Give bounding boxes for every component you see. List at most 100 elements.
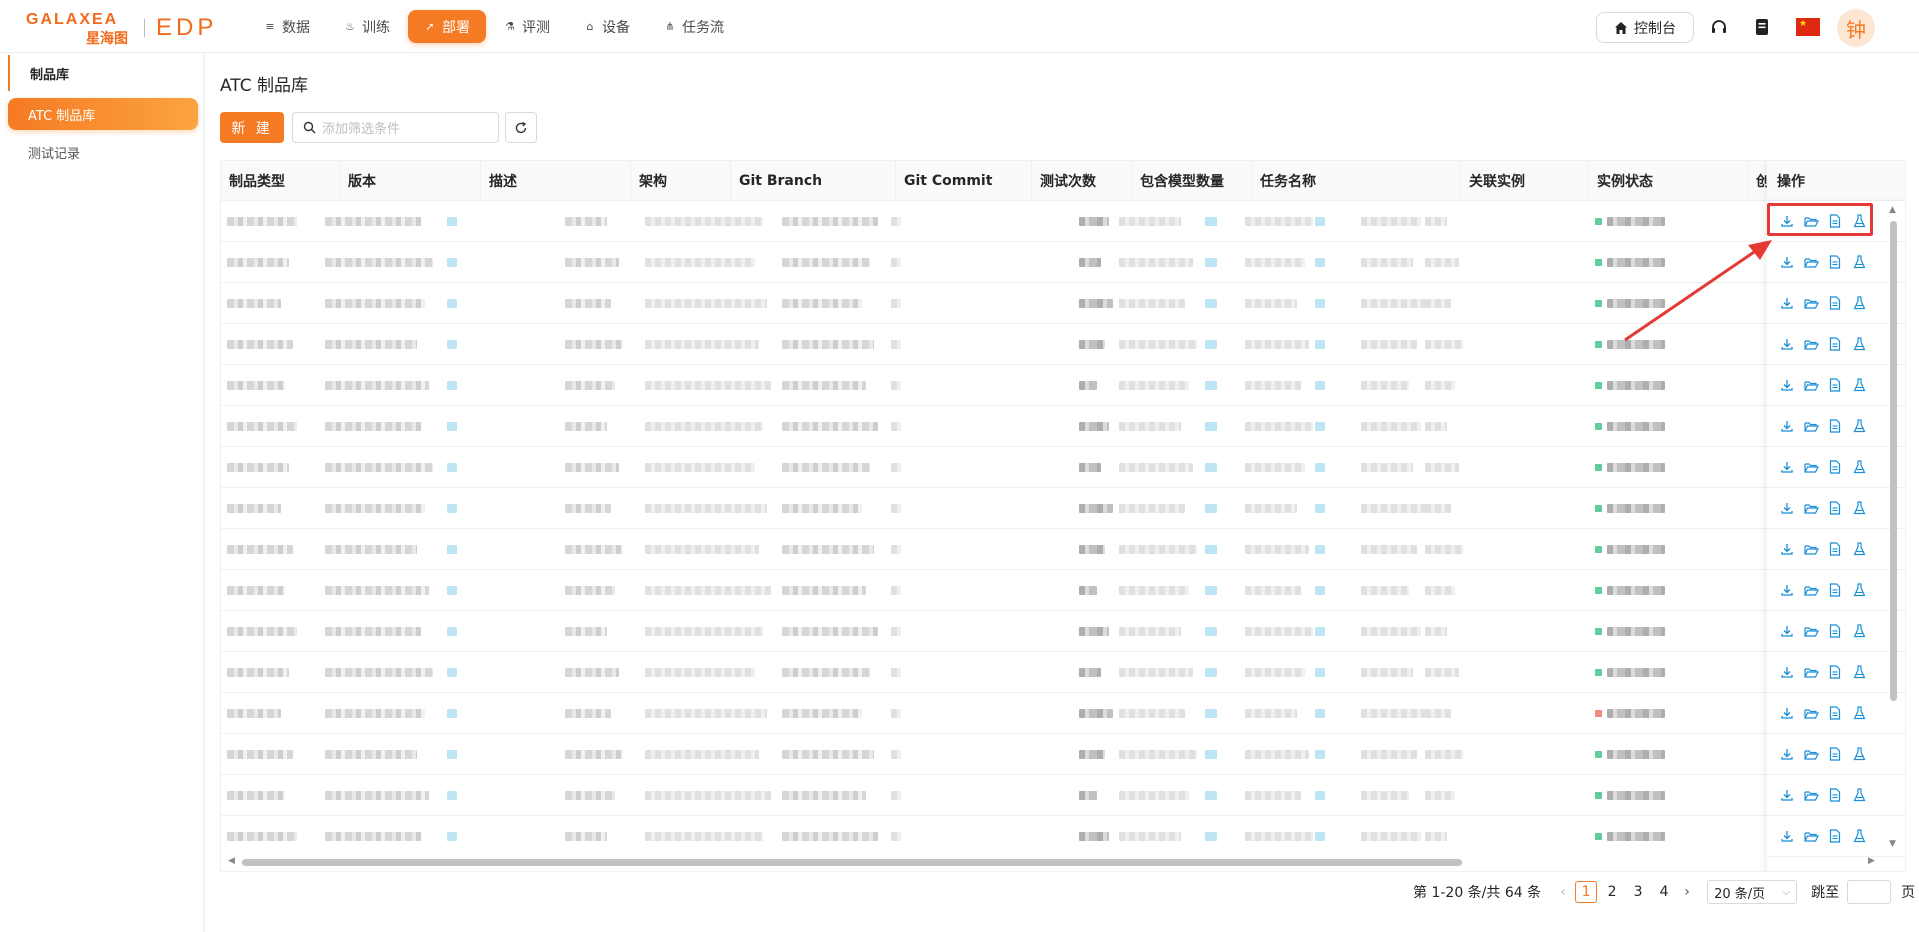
- file-icon[interactable]: [1827, 459, 1843, 475]
- flask-icon[interactable]: [1851, 623, 1867, 639]
- download-icon[interactable]: [1779, 705, 1795, 721]
- new-button[interactable]: 新 建: [220, 112, 284, 143]
- column-header[interactable]: 任务名称: [1252, 161, 1461, 201]
- column-header[interactable]: 包含模型数量: [1132, 161, 1252, 201]
- folder-open-icon[interactable]: [1803, 664, 1819, 680]
- folder-open-icon[interactable]: [1803, 582, 1819, 598]
- avatar[interactable]: 钟: [1837, 9, 1875, 47]
- vertical-scroll-thumb[interactable]: [1890, 221, 1897, 701]
- folder-open-icon[interactable]: [1803, 418, 1819, 434]
- table-row[interactable]: [221, 816, 1905, 851]
- folder-open-icon[interactable]: [1803, 459, 1819, 475]
- folder-open-icon[interactable]: [1803, 336, 1819, 352]
- page-size-select[interactable]: 20 条/页 ⌵: [1707, 880, 1798, 904]
- column-header[interactable]: 描述: [481, 161, 631, 201]
- column-header[interactable]: Git Branch: [731, 161, 896, 201]
- nav-item-data[interactable]: ≡ 数据: [248, 10, 326, 43]
- sidebar-group-artifacts[interactable]: 制品库: [8, 55, 198, 91]
- nav-item-workflow[interactable]: ⋔ 任务流: [648, 10, 740, 43]
- filter-input[interactable]: 添加筛选条件: [292, 112, 499, 143]
- download-icon[interactable]: [1779, 541, 1795, 557]
- page-number[interactable]: 3: [1627, 881, 1649, 903]
- file-icon[interactable]: [1827, 746, 1843, 762]
- brand-logo[interactable]: GALAXEA 星海图 EDP: [26, 11, 213, 47]
- download-icon[interactable]: [1779, 418, 1795, 434]
- file-icon[interactable]: [1827, 541, 1843, 557]
- folder-open-icon[interactable]: [1803, 541, 1819, 557]
- flask-icon[interactable]: [1851, 459, 1867, 475]
- flask-icon[interactable]: [1851, 828, 1867, 844]
- table-row[interactable]: [221, 734, 1905, 775]
- nav-item-training[interactable]: ♨ 训练: [328, 10, 406, 43]
- flask-icon[interactable]: [1851, 254, 1867, 270]
- download-icon[interactable]: [1779, 582, 1795, 598]
- flask-icon[interactable]: [1851, 336, 1867, 352]
- prev-page-icon[interactable]: ‹: [1553, 884, 1573, 900]
- flask-icon[interactable]: [1851, 295, 1867, 311]
- flask-icon[interactable]: [1851, 541, 1867, 557]
- column-header[interactable]: Git Commit: [896, 161, 1032, 201]
- flask-icon[interactable]: [1851, 787, 1867, 803]
- flask-icon[interactable]: [1851, 582, 1867, 598]
- folder-open-icon[interactable]: [1803, 623, 1819, 639]
- page-number[interactable]: 2: [1601, 881, 1623, 903]
- document-icon[interactable]: [1750, 15, 1774, 39]
- console-button[interactable]: 控制台: [1596, 12, 1694, 43]
- table-row[interactable]: [221, 365, 1905, 406]
- nav-item-devices[interactable]: ⌂ 设备: [568, 10, 646, 43]
- folder-open-icon[interactable]: [1803, 746, 1819, 762]
- download-icon[interactable]: [1779, 377, 1795, 393]
- column-header[interactable]: 制品类型: [221, 161, 340, 201]
- language-flag-icon[interactable]: [1796, 18, 1820, 36]
- file-icon[interactable]: [1827, 705, 1843, 721]
- file-icon[interactable]: [1827, 664, 1843, 680]
- nav-item-evaluation[interactable]: ⚗ 评测: [488, 10, 566, 43]
- download-icon[interactable]: [1779, 746, 1795, 762]
- download-icon[interactable]: [1779, 500, 1795, 516]
- file-icon[interactable]: [1827, 336, 1843, 352]
- folder-open-icon[interactable]: [1803, 828, 1819, 844]
- page-number[interactable]: 1: [1575, 881, 1598, 903]
- file-icon[interactable]: [1827, 787, 1843, 803]
- table-row[interactable]: [221, 529, 1905, 570]
- horizontal-scrollbar[interactable]: ◀ ▶: [220, 856, 1880, 868]
- download-icon[interactable]: [1779, 295, 1795, 311]
- download-icon[interactable]: [1779, 664, 1795, 680]
- folder-open-icon[interactable]: [1803, 500, 1819, 516]
- table-row[interactable]: [221, 406, 1905, 447]
- nav-item-deploy[interactable]: ➚ 部署: [408, 10, 486, 43]
- flask-icon[interactable]: [1851, 705, 1867, 721]
- download-icon[interactable]: [1779, 459, 1795, 475]
- next-page-icon[interactable]: ›: [1677, 884, 1697, 900]
- flask-icon[interactable]: [1851, 500, 1867, 516]
- folder-open-icon[interactable]: [1803, 787, 1819, 803]
- flask-icon[interactable]: [1851, 377, 1867, 393]
- download-icon[interactable]: [1779, 336, 1795, 352]
- folder-open-icon[interactable]: [1803, 377, 1819, 393]
- vertical-scrollbar[interactable]: ▲ ▼: [1888, 203, 1898, 853]
- column-header[interactable]: 架构: [631, 161, 731, 201]
- sidebar-item-atc-artifacts[interactable]: ATC 制品库: [8, 98, 198, 130]
- column-header[interactable]: 版本: [340, 161, 481, 201]
- file-icon[interactable]: [1827, 254, 1843, 270]
- folder-open-icon[interactable]: [1803, 705, 1819, 721]
- file-icon[interactable]: [1827, 623, 1843, 639]
- table-row[interactable]: [221, 447, 1905, 488]
- page-number[interactable]: 4: [1653, 881, 1675, 903]
- headset-icon[interactable]: [1707, 15, 1731, 39]
- download-icon[interactable]: [1779, 828, 1795, 844]
- download-icon[interactable]: [1779, 254, 1795, 270]
- flask-icon[interactable]: [1851, 664, 1867, 680]
- refresh-button[interactable]: [505, 112, 537, 143]
- file-icon[interactable]: [1827, 418, 1843, 434]
- file-icon[interactable]: [1827, 377, 1843, 393]
- table-row[interactable]: [221, 611, 1905, 652]
- jump-page-input[interactable]: [1847, 880, 1892, 904]
- horizontal-scroll-thumb[interactable]: [242, 859, 1462, 866]
- flask-icon[interactable]: [1851, 418, 1867, 434]
- download-icon[interactable]: [1779, 787, 1795, 803]
- table-row[interactable]: [221, 652, 1905, 693]
- table-row[interactable]: [221, 488, 1905, 529]
- sidebar-item-test-records[interactable]: 测试记录: [8, 136, 198, 168]
- file-icon[interactable]: [1827, 582, 1843, 598]
